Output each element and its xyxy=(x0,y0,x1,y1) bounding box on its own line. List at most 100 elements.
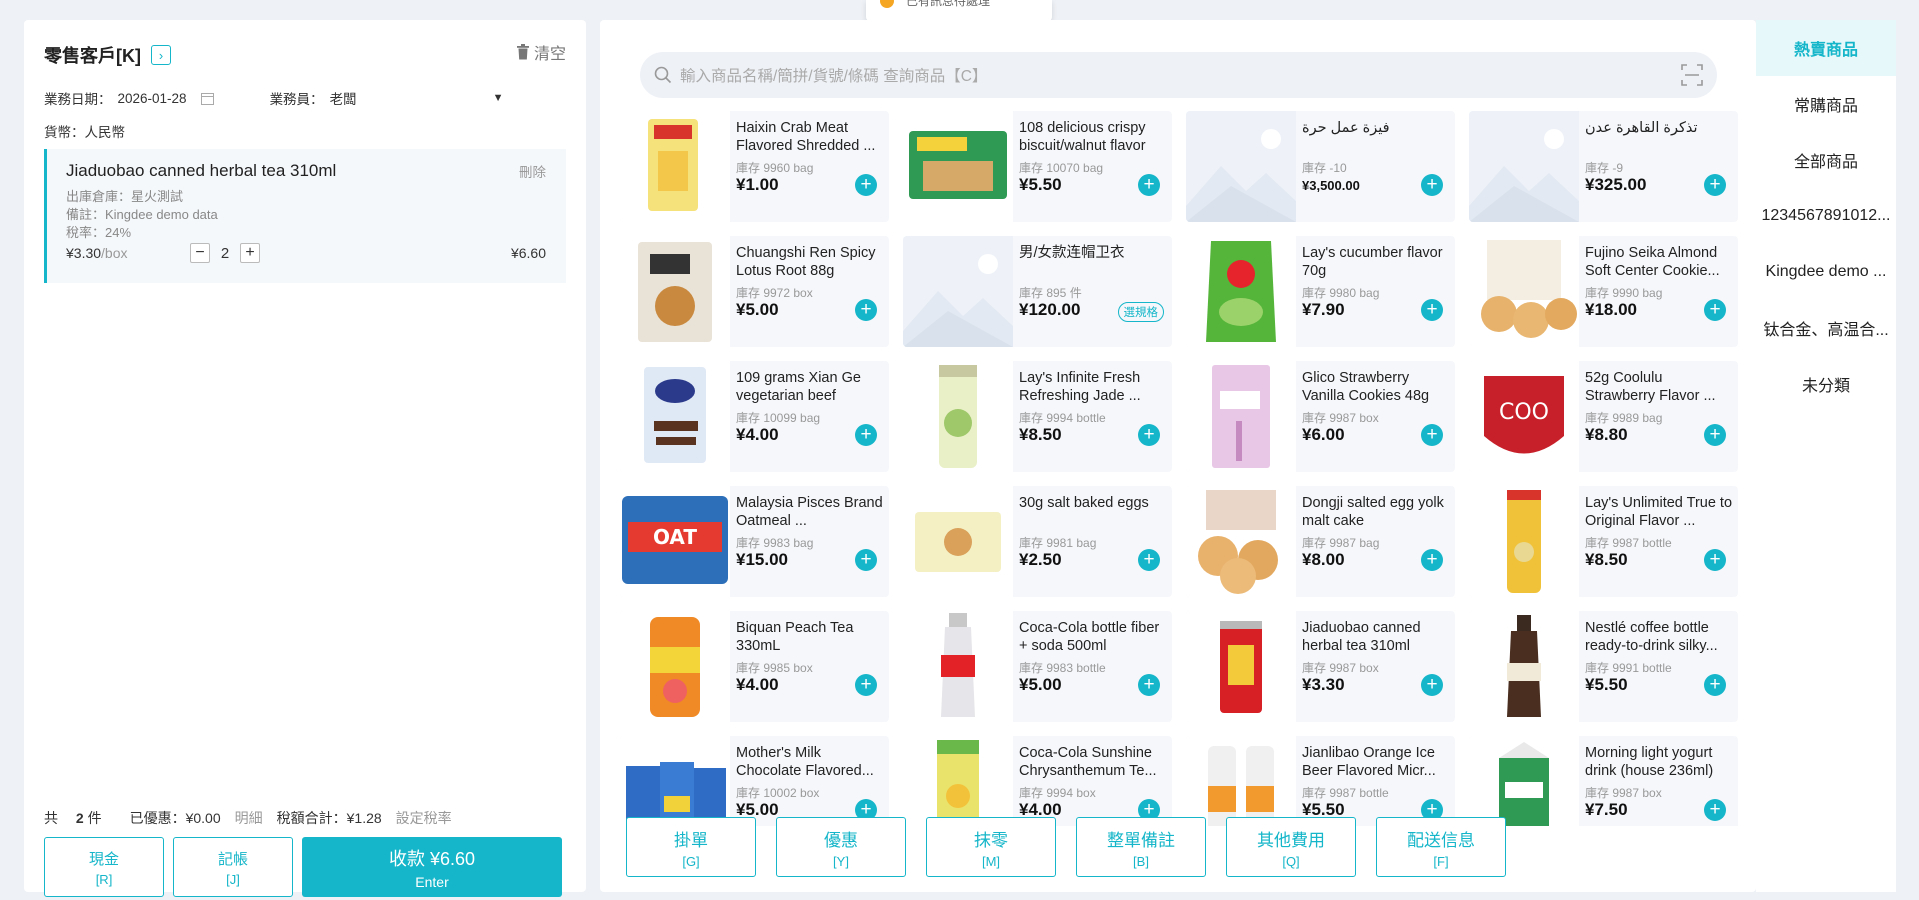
product-card[interactable]: Coca-Cola Sunshine Chrysanthemum Te... 庫… xyxy=(903,736,1172,826)
add-to-cart-button[interactable]: + xyxy=(855,299,877,321)
product-stock: 庫存 9987 box xyxy=(1585,786,1662,800)
product-name: Jiaduobao canned herbal tea 310ml xyxy=(1302,620,1421,654)
select-spec-button[interactable]: 選規格 xyxy=(1117,302,1164,322)
product-image: COO xyxy=(1469,361,1579,472)
customer-name[interactable]: 零售客戶[K] xyxy=(44,42,141,68)
product-card[interactable]: Chuangshi Ren Spicy Lotus Root 88g 庫存 99… xyxy=(620,236,889,347)
product-card[interactable]: COO 52g Coolulu Strawberry Flavor ... 庫存… xyxy=(1469,361,1738,472)
product-card[interactable]: Lay's Unlimited True to Original Flavor … xyxy=(1469,486,1738,597)
product-card[interactable]: 108 delicious crispy biscuit/walnut flav… xyxy=(903,111,1172,222)
category-item[interactable]: 1234567891012... xyxy=(1756,188,1896,244)
add-to-cart-button[interactable]: + xyxy=(1421,549,1443,571)
chevron-right-icon[interactable]: › xyxy=(151,45,171,65)
product-name: تذكرة القاهرة عدن xyxy=(1585,120,1698,136)
product-card[interactable]: Fujino Seika Almond Soft Center Cookie..… xyxy=(1469,236,1738,347)
add-to-cart-button[interactable]: + xyxy=(855,174,877,196)
category-item[interactable]: Kingdee demo ... xyxy=(1756,244,1896,300)
add-to-cart-button[interactable]: + xyxy=(1421,424,1443,446)
increase-qty-button[interactable]: + xyxy=(240,243,260,263)
product-stock: 庫存 10070 bag xyxy=(1019,161,1104,175)
add-to-cart-button[interactable]: + xyxy=(1138,174,1160,196)
category-item[interactable]: 未分類 xyxy=(1756,356,1896,412)
product-price: ¥8.50 xyxy=(1019,425,1062,444)
item-count: 共 2 件 xyxy=(44,808,116,828)
order-remark-button[interactable]: 整單備註 [B] xyxy=(1076,817,1206,877)
category-item[interactable]: 钛合金、高温合... xyxy=(1756,300,1896,356)
other-fees-button[interactable]: 其他費用 [Q] xyxy=(1226,817,1356,877)
product-card[interactable]: Lay's Infinite Fresh Refreshing Jade ...… xyxy=(903,361,1172,472)
calendar-icon[interactable] xyxy=(200,92,214,105)
product-stock: 庫存 9983 bottle xyxy=(1019,661,1106,675)
category-item[interactable]: 熱賣商品 xyxy=(1756,20,1896,76)
product-card[interactable]: تذكرة القاهرة عدن 庫存 -9 ¥325.00 + xyxy=(1469,111,1738,222)
checkout-button[interactable]: 收款 ¥6.60 Enter xyxy=(302,837,562,897)
hold-order-button[interactable]: 掛單 [G] xyxy=(626,817,756,877)
product-card[interactable]: Biquan Peach Tea 330mL 庫存 9985 box ¥4.00… xyxy=(620,611,889,722)
product-image: OAT xyxy=(620,486,730,597)
action-shortcut: [F] xyxy=(1433,853,1449,869)
add-to-cart-button[interactable]: + xyxy=(1704,424,1726,446)
category-item[interactable]: 全部商品 xyxy=(1756,132,1896,188)
product-card[interactable]: Nestlé coffee bottle ready-to-drink silk… xyxy=(1469,611,1738,722)
search-input[interactable]: 輸入商品名稱/簡拼/貨號/條碼 查詢商品【C】 xyxy=(640,52,1717,98)
cart-item[interactable]: Jiaduobao canned herbal tea 310ml 刪除 出庫倉… xyxy=(44,149,566,283)
date-field[interactable]: 2026-01-28 xyxy=(118,91,187,106)
product-grid-viewport[interactable]: Haixin Crab Meat Flavored Shredded ... 庫… xyxy=(620,111,1740,826)
product-price: ¥5.00 xyxy=(1019,675,1062,694)
clear-cart-button[interactable]: 清空 xyxy=(516,40,566,64)
add-to-cart-button[interactable]: + xyxy=(1704,174,1726,196)
credit-button[interactable]: 記帳 [J] xyxy=(173,837,293,897)
add-to-cart-button[interactable]: + xyxy=(855,549,877,571)
product-stock: 庫存 9987 bottle xyxy=(1302,786,1389,800)
action-label: 整單備註 xyxy=(1107,830,1175,850)
round-off-button[interactable]: 抹零 [M] xyxy=(926,817,1056,877)
product-card[interactable]: Jiaduobao canned herbal tea 310ml 庫存 998… xyxy=(1186,611,1455,722)
product-card[interactable]: 109 grams Xian Ge vegetarian beef 庫存 100… xyxy=(620,361,889,472)
detail-link[interactable]: 明細 xyxy=(235,808,263,828)
add-to-cart-button[interactable]: + xyxy=(1421,174,1443,196)
action-shortcut: [Q] xyxy=(1282,853,1300,869)
product-card[interactable]: Glico Strawberry Vanilla Cookies 48g 庫存 … xyxy=(1186,361,1455,472)
scan-icon[interactable] xyxy=(1681,64,1703,86)
salesperson-select[interactable]: 老闆 xyxy=(330,88,357,108)
add-to-cart-button[interactable]: + xyxy=(1704,549,1726,571)
product-name: Nestlé coffee bottle ready-to-drink silk… xyxy=(1585,620,1718,654)
product-card[interactable]: Mother's Milk Chocolate Flavored... 庫存 1… xyxy=(620,736,889,826)
delivery-info-button[interactable]: 配送信息 [F] xyxy=(1376,817,1506,877)
product-name: 109 grams Xian Ge vegetarian beef xyxy=(736,370,861,404)
product-card[interactable]: Lay's cucumber flavor 70g 庫存 9980 bag ¥7… xyxy=(1186,236,1455,347)
caret-down-icon[interactable]: ▼ xyxy=(493,92,504,104)
product-card[interactable]: Coca-Cola bottle fiber + soda 500ml 庫存 9… xyxy=(903,611,1172,722)
add-to-cart-button[interactable]: + xyxy=(1704,674,1726,696)
add-to-cart-button[interactable]: + xyxy=(1138,549,1160,571)
notification-toast[interactable]: 已有訊息待處理 xyxy=(866,0,1052,21)
product-card[interactable]: 男/女款连帽卫衣 庫存 895 件 ¥120.00 選規格 xyxy=(903,236,1172,347)
cash-button[interactable]: 現金 [R] xyxy=(44,837,164,897)
discount-button[interactable]: 優惠 [Y] xyxy=(776,817,906,877)
product-card[interactable]: Morning light yogurt drink (house 236ml)… xyxy=(1469,736,1738,826)
product-card[interactable]: Haixin Crab Meat Flavored Shredded ... 庫… xyxy=(620,111,889,222)
add-to-cart-button[interactable]: + xyxy=(855,674,877,696)
product-card[interactable]: 30g salt baked eggs 庫存 9981 bag ¥2.50 + xyxy=(903,486,1172,597)
product-card[interactable]: OAT Malaysia Pisces Brand Oatmeal ... 庫存… xyxy=(620,486,889,597)
product-card[interactable]: Jianlibao Orange Ice Beer Flavored Micr.… xyxy=(1186,736,1455,826)
decrease-qty-button[interactable]: − xyxy=(190,243,210,263)
action-shortcut: [Y] xyxy=(833,853,849,869)
product-image xyxy=(903,111,1013,222)
category-item[interactable]: 常購商品 xyxy=(1756,76,1896,132)
product-card[interactable]: Dongji salted egg yolk malt cake 庫存 9987… xyxy=(1186,486,1455,597)
delete-item-button[interactable]: 刪除 xyxy=(519,161,546,181)
quantity-input[interactable]: 2 xyxy=(210,245,240,262)
product-card[interactable]: فيزة عمل حرة 庫存 -10 ¥3,500.00 + xyxy=(1186,111,1455,222)
add-to-cart-button[interactable]: + xyxy=(1421,299,1443,321)
cash-label: 現金 xyxy=(88,850,119,868)
plus-icon: + xyxy=(1709,549,1721,570)
add-to-cart-button[interactable]: + xyxy=(1138,424,1160,446)
add-to-cart-button[interactable]: + xyxy=(1704,799,1726,821)
set-tax-rate-link[interactable]: 設定稅率 xyxy=(396,808,452,828)
add-to-cart-button[interactable]: + xyxy=(1704,299,1726,321)
product-stock: 庫存 9989 bag xyxy=(1585,411,1663,425)
add-to-cart-button[interactable]: + xyxy=(1421,674,1443,696)
add-to-cart-button[interactable]: + xyxy=(855,424,877,446)
add-to-cart-button[interactable]: + xyxy=(1138,674,1160,696)
